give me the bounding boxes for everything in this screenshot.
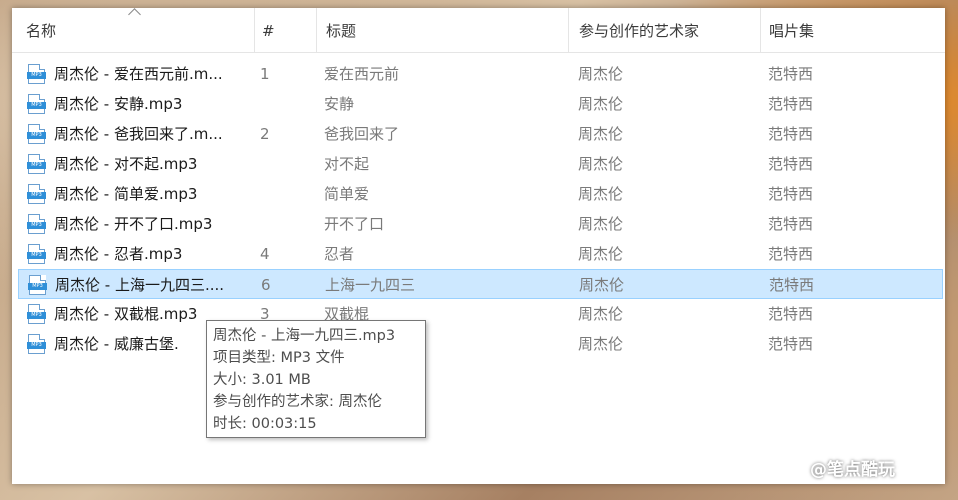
watermark-logo-icon [790, 460, 806, 476]
file-row[interactable]: MP3 周杰伦 - 爸我回来了.m... 2 爸我回来了 周杰伦 范特西 [12, 119, 945, 149]
file-name: 周杰伦 - 爸我回来了.m... [54, 125, 223, 143]
column-divider[interactable] [568, 8, 569, 52]
track-number: 2 [260, 125, 270, 143]
file-info-tooltip: 周杰伦 - 上海一九四三.mp3 项目类型: MP3 文件 大小: 3.01 M… [206, 320, 426, 438]
track-album: 范特西 [768, 215, 814, 233]
track-album: 范特西 [768, 305, 814, 323]
track-album: 范特西 [768, 185, 814, 203]
file-name: 周杰伦 - 对不起.mp3 [54, 155, 198, 173]
watermark-text: @笔点酷玩 [810, 460, 895, 480]
track-artist: 周杰伦 [578, 185, 624, 203]
tooltip-filename: 周杰伦 - 上海一九四三.mp3 [213, 328, 396, 344]
file-name: 周杰伦 - 上海一九四三.... [55, 276, 225, 294]
file-name: 周杰伦 - 爱在西元前.m... [54, 65, 223, 83]
file-row[interactable]: MP3 周杰伦 - 威廉古堡. 周杰伦 范特西 [12, 329, 945, 359]
track-title: 开不了口 [324, 215, 385, 233]
tooltip-type: 项目类型: MP3 文件 [213, 350, 345, 366]
track-number [260, 149, 300, 179]
track-title: 爸我回来了 [324, 125, 400, 143]
file-row[interactable]: MP3 周杰伦 - 对不起.mp3 对不起 周杰伦 范特西 [12, 149, 945, 179]
file-row[interactable]: MP3 周杰伦 - 忍者.mp3 4 忍者 周杰伦 范特西 [12, 239, 945, 269]
track-number: 6 [261, 276, 271, 294]
track-artist: 周杰伦 [578, 335, 624, 353]
tooltip-duration: 时长: 00:03:15 [213, 416, 317, 432]
track-title: 爱在西元前 [324, 65, 400, 83]
column-header-name[interactable]: 名称 [26, 8, 256, 52]
file-row-selected[interactable]: MP3 周杰伦 - 上海一九四三.... 6 上海一九四三 周杰伦 范特西 [18, 269, 943, 299]
track-album: 范特西 [768, 65, 814, 83]
column-header-bar: 名称 # 标题 参与创作的艺术家 唱片集 [12, 8, 945, 53]
track-artist: 周杰伦 [578, 155, 624, 173]
track-number: 1 [260, 65, 270, 83]
column-header-title[interactable]: 标题 [326, 8, 566, 52]
track-artist: 周杰伦 [578, 95, 624, 113]
file-name: 周杰伦 - 开不了口.mp3 [54, 215, 213, 233]
track-artist: 周杰伦 [579, 276, 625, 294]
file-row[interactable]: MP3 周杰伦 - 简单爱.mp3 简单爱 周杰伦 范特西 [12, 179, 945, 209]
file-name: 周杰伦 - 忍者.mp3 [54, 245, 183, 263]
watermark: @笔点酷玩 [790, 455, 895, 480]
track-album: 范特西 [768, 245, 814, 263]
file-row[interactable]: MP3 周杰伦 - 爱在西元前.m... 1 爱在西元前 周杰伦 范特西 [12, 59, 945, 89]
track-album: 范特西 [768, 335, 814, 353]
track-title: 安静 [324, 95, 355, 113]
track-number [260, 179, 300, 209]
column-header-number[interactable]: # [262, 8, 312, 52]
explorer-file-list: 名称 # 标题 参与创作的艺术家 唱片集 MP3 周杰伦 - 爱在西元前.m..… [12, 8, 945, 484]
track-title: 简单爱 [324, 185, 370, 203]
file-rows: MP3 周杰伦 - 爱在西元前.m... 1 爱在西元前 周杰伦 范特西 MP3… [12, 59, 945, 359]
column-divider[interactable] [316, 8, 317, 52]
file-name: 周杰伦 - 安静.mp3 [54, 95, 183, 113]
column-header-album[interactable]: 唱片集 [769, 8, 919, 52]
track-artist: 周杰伦 [578, 215, 624, 233]
track-album: 范特西 [769, 276, 815, 294]
track-album: 范特西 [768, 95, 814, 113]
column-header-artist[interactable]: 参与创作的艺术家 [579, 8, 759, 52]
track-number: 4 [260, 245, 270, 263]
track-artist: 周杰伦 [578, 245, 624, 263]
track-album: 范特西 [768, 155, 814, 173]
track-artist: 周杰伦 [578, 125, 624, 143]
track-number [260, 209, 300, 239]
track-album: 范特西 [768, 125, 814, 143]
file-row[interactable]: MP3 周杰伦 - 开不了口.mp3 开不了口 周杰伦 范特西 [12, 209, 945, 239]
track-title: 忍者 [324, 245, 355, 263]
column-divider[interactable] [254, 8, 255, 52]
track-artist: 周杰伦 [578, 65, 624, 83]
file-row[interactable]: MP3 周杰伦 - 双截棍.mp3 3 双截棍 周杰伦 范特西 [12, 299, 945, 329]
track-title: 上海一九四三 [325, 276, 416, 294]
tooltip-artist: 参与创作的艺术家: 周杰伦 [213, 394, 382, 410]
column-divider[interactable] [760, 8, 761, 52]
tooltip-size: 大小: 3.01 MB [213, 372, 311, 388]
file-row[interactable]: MP3 周杰伦 - 安静.mp3 安静 周杰伦 范特西 [12, 89, 945, 119]
file-name: 周杰伦 - 简单爱.mp3 [54, 185, 198, 203]
track-artist: 周杰伦 [578, 305, 624, 323]
track-number [260, 89, 300, 119]
track-title: 对不起 [324, 155, 370, 173]
